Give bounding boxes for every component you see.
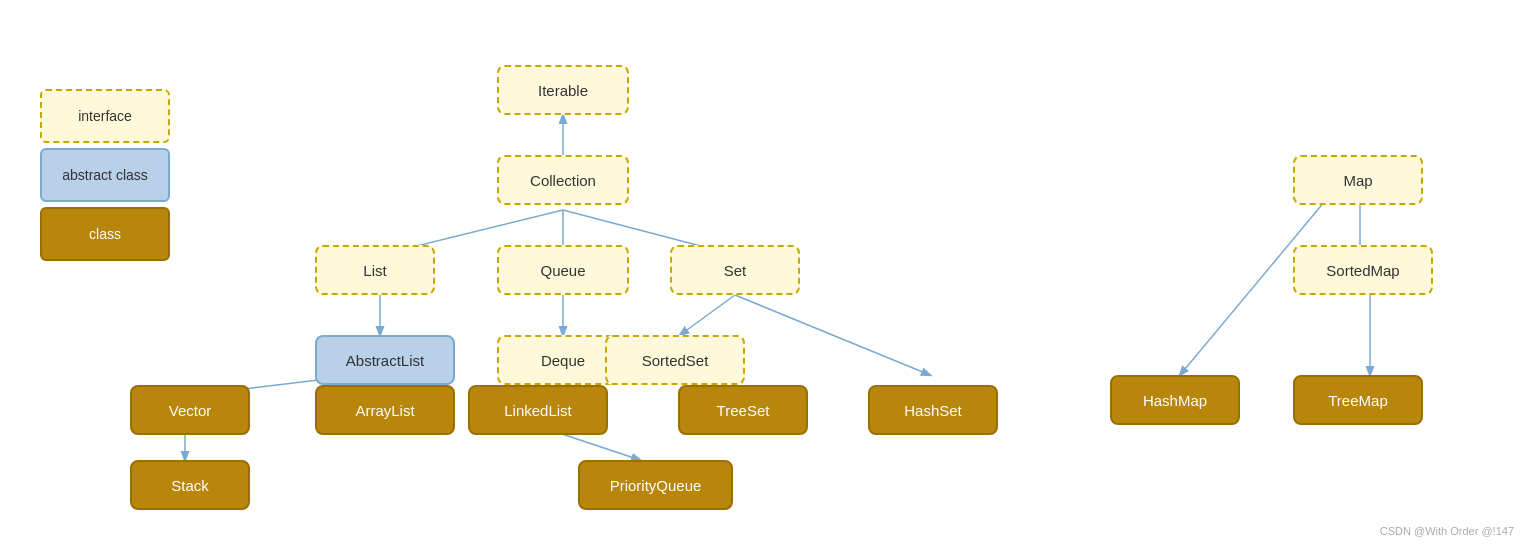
node-hashmap: HashMap xyxy=(1110,375,1240,425)
node-sortedset: SortedSet xyxy=(605,335,745,385)
node-arraylist: ArrayList xyxy=(315,385,455,435)
node-vector: Vector xyxy=(130,385,250,435)
node-sortedmap: SortedMap xyxy=(1293,245,1433,295)
node-collection: Collection xyxy=(497,155,629,205)
legend-interface: interface xyxy=(40,89,170,143)
node-set: Set xyxy=(670,245,800,295)
node-map: Map xyxy=(1293,155,1423,205)
node-hashset: HashSet xyxy=(868,385,998,435)
node-treemap: TreeMap xyxy=(1293,375,1423,425)
watermark: CSDN @With Order @!147 xyxy=(1380,525,1514,537)
legend-abstract-label: abstract class xyxy=(62,167,148,183)
node-linkedlist: LinkedList xyxy=(468,385,608,435)
legend-interface-label: interface xyxy=(78,108,132,124)
node-stack: Stack xyxy=(130,460,250,510)
node-treeset: TreeSet xyxy=(678,385,808,435)
legend-class: class xyxy=(40,207,170,261)
svg-line-6 xyxy=(680,295,735,335)
node-priorityqueue: PriorityQueue xyxy=(578,460,733,510)
legend-class-label: class xyxy=(89,226,121,242)
legend-abstract: abstract class xyxy=(40,148,170,202)
svg-line-7 xyxy=(735,295,930,375)
node-iterable: Iterable xyxy=(497,65,629,115)
node-queue: Queue xyxy=(497,245,629,295)
node-abstractlist: AbstractList xyxy=(315,335,455,385)
node-list: List xyxy=(315,245,435,295)
